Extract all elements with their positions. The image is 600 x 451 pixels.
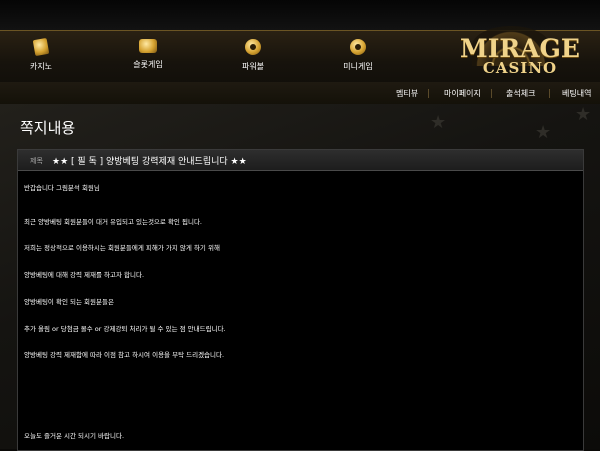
message-line: 저희는 정상적으로 이용하시는 회원분들에게 피해가 가지 않게 하기 위해 — [24, 244, 220, 252]
message-line: 양방베팅에 대해 강력 제재를 하고자 합니다. — [24, 271, 145, 279]
message-line: 양방베팅 강력 제재함에 따라 이점 참고 하시여 이용을 부탁 드리겠습니다. — [24, 351, 225, 359]
cards-icon — [32, 37, 50, 57]
message-panel: 제목 ★★ [ 필 독 ] 양방베팅 강력제재 안내드립니다 ★★ 반갑습니다 … — [17, 149, 584, 451]
nav-item-slot[interactable]: 슬롯게임 — [113, 39, 183, 70]
star-decoration-icon: ★ — [535, 122, 552, 143]
divider — [428, 89, 429, 98]
subject-label: 제목 — [30, 157, 43, 165]
star-decoration-icon: ★ — [575, 104, 592, 125]
minigame-icon — [350, 39, 366, 55]
message-line: 추가 올림 or 당첨금 몰수 or 강제강퇴 처리가 될 수 있는 점 안내드… — [24, 325, 226, 333]
nav-item-powerball[interactable]: 파워볼 — [218, 39, 288, 72]
star-decoration-icon: ★ — [430, 112, 447, 133]
message-line: 양방베팅이 확인 되는 회원분들은 — [24, 298, 114, 306]
logo-sub-text: CASINO — [482, 59, 558, 77]
secondary-nav: 멤티뷰 마이페이지 출석체크 베팅내역 — [0, 82, 600, 105]
divider — [549, 89, 550, 98]
message-line: 반갑습니다 그림분석 회원님 — [24, 184, 100, 192]
nav-item-casino[interactable]: 카지노 — [6, 37, 76, 72]
nav-label: 카지노 — [29, 62, 53, 71]
subnav-item-multiview[interactable]: 멤티뷰 — [396, 88, 418, 99]
subnav-item-attendance[interactable]: 출석체크 — [506, 88, 535, 99]
page-title: 쪽지내용 — [20, 119, 76, 137]
nav-label: 슬롯게임 — [133, 60, 163, 69]
divider — [491, 89, 492, 98]
site-logo[interactable]: MIRAGE CASINO — [450, 26, 590, 82]
message-header: 제목 ★★ [ 필 독 ] 양방베팅 강력제재 안내드립니다 ★★ — [18, 150, 583, 171]
nav-label: 파워볼 — [241, 62, 265, 71]
slot-icon — [139, 39, 157, 53]
subnav-item-betting-history[interactable]: 베팅내역 — [562, 88, 591, 99]
message-line: 최근 양방베팅 회원분들이 대거 유입되고 있는것으로 확인 됩니다. — [24, 218, 202, 226]
subnav-item-mypage[interactable]: 마이페이지 — [444, 88, 481, 99]
message-line: 오늘도 즐거운 시간 되시기 바랍니다. — [24, 432, 125, 440]
powerball-icon — [245, 39, 261, 55]
nav-label: 미니게임 — [343, 62, 373, 71]
nav-item-minigame[interactable]: 미니게임 — [323, 39, 393, 72]
message-subject: ★★ [ 필 독 ] 양방베팅 강력제재 안내드립니다 ★★ — [52, 157, 247, 167]
